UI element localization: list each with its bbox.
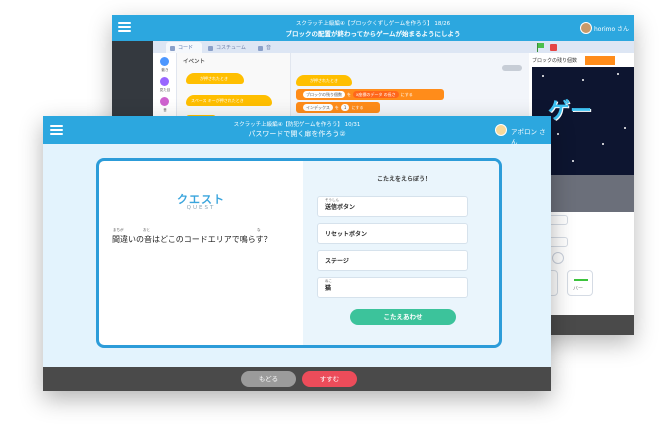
quest-lesson-subtitle: パスワードで開く扉を作ろう② [248, 130, 346, 138]
option-label: 送信ボタン [325, 204, 356, 211]
category-looks-label: 見た目 [159, 88, 171, 92]
green-flag-icon[interactable] [537, 43, 545, 52]
sprite-tile-bar[interactable] [567, 270, 593, 296]
sprite-label-bar: バー [573, 286, 584, 292]
palette-block-key-label: スペース キーが押されたとき [191, 98, 244, 103]
option-label: 猫 [325, 285, 332, 292]
star-dot [624, 127, 626, 129]
value-input[interactable]: 1 [340, 104, 350, 111]
star-dot [572, 160, 574, 162]
category-motion-dot[interactable] [160, 57, 169, 66]
quest-footer: もどる すすむ [43, 367, 551, 391]
script-set-variable-block-1[interactable]: ブロックの残り個数を x座標のデータ の長さ にする [296, 89, 444, 100]
answer-option-cat[interactable]: ねこ 猫 [317, 277, 468, 298]
quest-subtitle: QUEST [186, 205, 216, 211]
star-dot [582, 79, 584, 81]
set-to-label: を [347, 92, 351, 97]
length-label: の長さ [383, 92, 396, 97]
user-avatar [580, 22, 592, 34]
category-looks-dot[interactable] [160, 77, 169, 86]
star-dot [557, 133, 559, 135]
furigana-machigai: まちが [113, 228, 124, 232]
script-flag-hat-block[interactable]: が押されたとき [296, 75, 352, 86]
set-end-label-2: にする [351, 105, 364, 110]
stop-icon[interactable] [550, 44, 557, 51]
user-name: horimo さん [594, 26, 630, 33]
furigana-oto: おと [143, 228, 150, 232]
tab-costumes-label: コスチューム [216, 45, 246, 51]
show-sprite-toggle[interactable] [552, 252, 564, 264]
back-button[interactable]: もどる [241, 371, 296, 387]
tab-code-label: コード [178, 45, 194, 51]
category-sound-label: 音 [163, 108, 167, 112]
check-answer-button[interactable]: こたえあわせ [350, 309, 456, 325]
brush-icon [208, 46, 213, 51]
screenshot-stage: スクラッチ上級編④【ブロックくずしゲームを作ろう】 18/26 ブロックの配置が… [0, 0, 670, 430]
answer-heading: こたえをえらぼう！ [376, 176, 431, 183]
tab-sounds-label: 音 [266, 45, 272, 51]
bar-sprite-icon [574, 279, 588, 281]
palette-block-key-pressed[interactable]: スペース キーが押されたとき [186, 95, 272, 106]
list-length-reporter[interactable]: x座標のデータ の長さ [353, 91, 399, 98]
code-icon [170, 46, 175, 51]
stage-monitor-value [585, 56, 615, 65]
set-end-label: にする [400, 92, 413, 97]
answer-option-send-button[interactable]: そうしん 送信ボタン [317, 196, 468, 217]
palette-block-flag-label: が押されたとき [200, 76, 228, 81]
user-name: アポロン さん [511, 128, 546, 146]
variable-dropdown-2[interactable]: インデックス [303, 104, 333, 111]
script-set-variable-block-2[interactable]: インデックスを 1 にする [296, 102, 380, 113]
option-furigana: ねこ [325, 279, 332, 283]
option-furigana: そうしん [325, 198, 339, 202]
quest-lesson-title: スクラッチ上級編④【防犯ゲームを作ろう】 10/31 [233, 122, 361, 128]
star-dot [602, 143, 604, 145]
quest-window: スクラッチ上級編④【防犯ゲームを作ろう】 10/31 パスワードで開く扉を作ろう… [43, 116, 551, 391]
set-to-label-2: を [334, 105, 339, 110]
editor-lesson-title: スクラッチ上級編④【ブロックくずしゲームを作ろう】 18/26 [295, 21, 451, 27]
answer-option-reset-button[interactable]: リセットボタン [317, 223, 468, 244]
category-motion-label: 動き [161, 68, 169, 72]
list-name: x座標のデータ [356, 92, 383, 97]
quest-question: 間違いの音はどこのコードエリアで鳴らす？ [112, 235, 272, 244]
speaker-icon [258, 46, 263, 51]
editor-header: スクラッチ上級編④【ブロックくずしゲームを作ろう】 18/26 ブロックの配置が… [112, 15, 634, 41]
next-button[interactable]: すすむ [302, 371, 357, 387]
user-avatar [495, 124, 507, 136]
palette-section-title: イベント [183, 59, 206, 65]
stage-variable-monitor: ブロックの残り個数 [532, 58, 578, 64]
quest-header: スクラッチ上級編④【防犯ゲームを作ろう】 10/31 パスワードで開く扉を作ろう… [43, 116, 551, 146]
editor-lesson-subtitle: ブロックの配置が終わってからゲームが始まるようにしよう [285, 30, 461, 38]
star-dot [617, 73, 619, 75]
answer-option-stage[interactable]: ステージ [317, 250, 468, 271]
script-hat-label: が押されたとき [310, 78, 338, 83]
option-label: リセットボタン [325, 231, 368, 238]
option-label: ステージ [325, 258, 349, 265]
furigana-na: な [257, 228, 261, 232]
star-dot [542, 75, 544, 77]
palette-block-flag-clicked[interactable]: が押されたとき [186, 73, 244, 84]
code-area-scrollbar[interactable] [502, 65, 522, 71]
variable-dropdown[interactable]: ブロックの残り個数 [303, 91, 345, 98]
stage-game-title: ゲー [548, 99, 593, 124]
quest-card: クエスト QUEST まちが おと な 間違いの音はどこのコードエリアで鳴らす？… [96, 158, 502, 348]
category-sound-dot[interactable] [160, 97, 169, 106]
